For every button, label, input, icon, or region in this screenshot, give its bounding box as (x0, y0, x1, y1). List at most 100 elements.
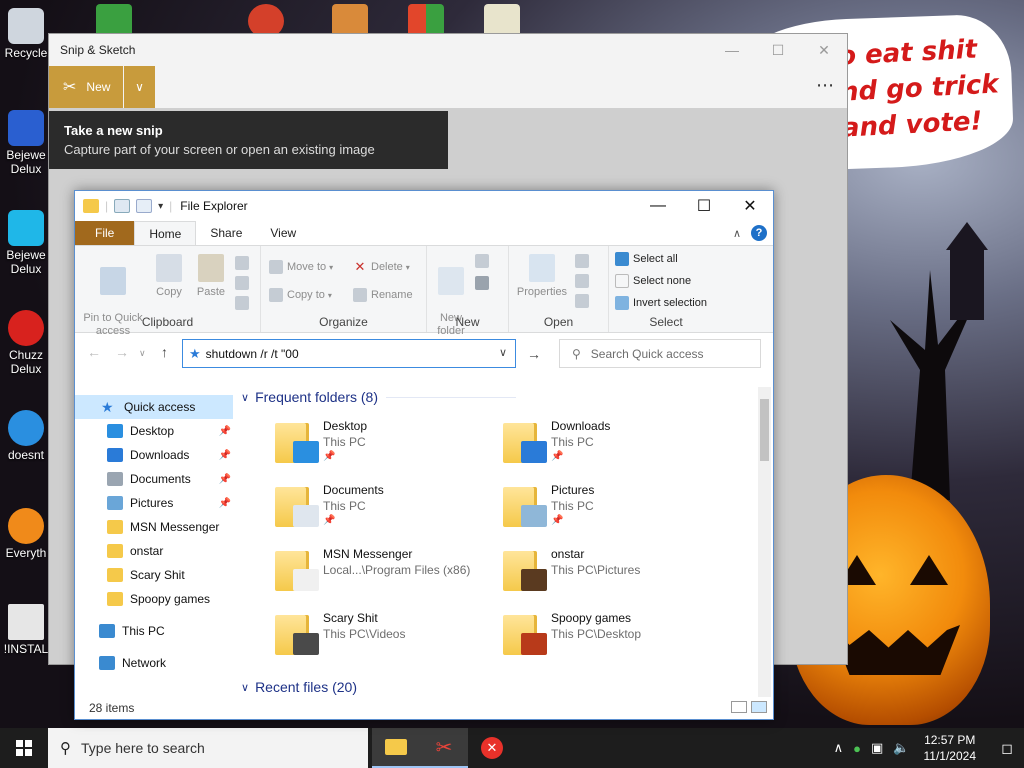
address-bar-row: ← → ∨ ↑ ★ shutdown /r /t "00 ∨ → ⚲ Searc… (75, 333, 773, 373)
copy-icon (156, 254, 182, 282)
recent-locations-icon[interactable]: ∨ (139, 348, 146, 359)
easy-access-button[interactable] (475, 276, 493, 290)
maximize-button[interactable]: ☐ (681, 191, 727, 221)
more-options-button[interactable]: ⋯ (816, 75, 835, 96)
folder-tile-msn-messenger[interactable]: MSN Messenger Local...\Program Files (x8… (235, 545, 470, 601)
taskbar-snip-sketch[interactable]: ✂ (420, 728, 468, 768)
minimize-button[interactable]: — (709, 34, 755, 66)
edit-button[interactable] (575, 274, 593, 288)
folder-tile-documents[interactable]: Documents This PC 📌 (235, 481, 463, 537)
delete-button[interactable]: ✕ Delete ▾ (353, 260, 410, 274)
close-button[interactable]: ✕ (801, 34, 847, 66)
taskbar-file-explorer[interactable] (372, 728, 420, 768)
tab-file[interactable]: File (75, 221, 135, 245)
folder-tile-desktop[interactable]: Desktop This PC 📌 (235, 417, 463, 473)
copy-path-button[interactable] (235, 276, 253, 290)
nav-item-spoopy-games[interactable]: Spoopy games (75, 587, 233, 611)
cut-button[interactable] (235, 256, 253, 270)
select-group-label: Select (649, 315, 683, 329)
tab-view[interactable]: View (256, 221, 310, 245)
content-pane: ∨ Frequent folders (8) Desktop This PC 📌… (235, 387, 757, 697)
copy-to-button[interactable]: Copy to ▾ (269, 288, 332, 302)
large-icons-view-icon[interactable] (751, 701, 767, 713)
folder-tile-pictures[interactable]: Pictures This PC 📌 (463, 481, 691, 537)
maximize-button[interactable]: ☐ (755, 34, 801, 66)
explorer-titlebar[interactable]: | ▾ | File Explorer — ☐ ✕ (75, 191, 773, 221)
select-all-button[interactable]: Select all (615, 252, 678, 266)
help-icon[interactable]: ? (751, 225, 767, 241)
rename-button[interactable]: Rename (353, 288, 413, 302)
forward-arrow-icon[interactable]: → (115, 344, 129, 360)
desktop-icon-recycle[interactable]: Recycle (0, 8, 52, 60)
folder-tile-scary-shit[interactable]: Scary Shit This PC\Videos (235, 609, 463, 665)
frequent-folders-label: Frequent folders (8) (255, 389, 379, 405)
nav-item-network[interactable]: Network (75, 651, 233, 675)
paste-shortcut-button[interactable] (235, 296, 253, 310)
nav-item-this-pc[interactable]: This PC (75, 619, 233, 643)
documents-icon (293, 505, 319, 527)
history-button[interactable] (575, 294, 593, 308)
paste-shortcut-icon (235, 296, 249, 310)
network-icon[interactable]: ▣ (871, 740, 883, 756)
move-to-button[interactable]: Move to ▾ (269, 260, 333, 274)
search-input[interactable]: ⚲ Search Quick access (559, 339, 761, 368)
chevron-up-icon[interactable]: ∧ (834, 740, 844, 756)
folder-name: Scary Shit (323, 611, 378, 625)
customize-toolbar-icon[interactable]: ▾ (158, 201, 163, 212)
properties-icon[interactable] (114, 199, 131, 213)
invert-selection-button[interactable]: Invert selection (615, 296, 707, 310)
tab-share[interactable]: Share (196, 221, 256, 245)
address-input[interactable]: ★ shutdown /r /t "00 ∨ (182, 339, 516, 368)
folder-tile-spoopy-games[interactable]: Spoopy games This PC\Desktop (463, 609, 691, 665)
folder-tile-downloads[interactable]: Downloads This PC 📌 (463, 417, 691, 473)
nav-item-desktop[interactable]: Desktop 📌 (75, 419, 233, 443)
paste-button[interactable]: Paste (193, 254, 229, 299)
nav-item-msn-messenger[interactable]: MSN Messenger (75, 515, 233, 539)
nav-item-downloads[interactable]: Downloads 📌 (75, 443, 233, 467)
copy-button[interactable]: Copy (153, 254, 185, 299)
folder-tile-onstar[interactable]: onstar This PC\Pictures (463, 545, 691, 601)
scrollbar-thumb[interactable] (760, 399, 769, 461)
tab-home[interactable]: Home (134, 221, 197, 245)
user-status-icon[interactable]: ● (853, 741, 861, 756)
up-arrow-icon[interactable]: ↑ (161, 344, 168, 360)
go-arrow-button[interactable]: → (522, 339, 546, 368)
details-view-icon[interactable] (731, 701, 747, 713)
nav-item-documents[interactable]: Documents 📌 (75, 467, 233, 491)
chevron-down-icon[interactable]: ∨ (499, 346, 507, 359)
new-item-icon (475, 254, 489, 268)
desktop-icon-bejeweled-1[interactable]: Bejewe Delux (0, 110, 52, 176)
minimize-button[interactable]: — (635, 191, 681, 221)
desktop-icon-bejeweled-2[interactable]: Bejewe Delux (0, 210, 52, 276)
new-snip-button[interactable]: ✂ New (49, 66, 123, 108)
properties-button[interactable]: Properties (513, 254, 571, 299)
frequent-folders-header[interactable]: ∨ Frequent folders (8) (241, 389, 517, 405)
desktop-icon-install[interactable]: !INSTAL (0, 604, 52, 656)
taskbar-search-box[interactable]: ⚲ Type here to search (48, 728, 368, 768)
delete-label: Delete (371, 261, 403, 273)
vertical-scrollbar[interactable] (758, 387, 771, 697)
desktop-icon-doesnt[interactable]: doesnt (0, 410, 52, 462)
new-folder-icon[interactable] (136, 199, 153, 213)
nav-item-onstar[interactable]: onstar (75, 539, 233, 563)
open-button[interactable] (575, 254, 593, 268)
recent-files-header[interactable]: ∨ Recent files (20) (241, 679, 357, 695)
pin-icon: 📌 (323, 451, 336, 462)
select-none-button[interactable]: Select none (615, 274, 691, 288)
volume-icon[interactable]: 🔈 (893, 740, 909, 756)
nav-item-scary-shit[interactable]: Scary Shit (75, 563, 233, 587)
new-snip-dropdown[interactable]: ∨ (124, 66, 155, 108)
notification-icon[interactable]: ◻ (990, 728, 1024, 768)
desktop-icon-chuzzle[interactable]: Chuzz Delux (0, 310, 52, 376)
nav-item-quick-access[interactable]: ★ Quick access (75, 395, 233, 419)
new-item-button[interactable] (475, 254, 493, 268)
desktop-icon-everything[interactable]: Everyth (0, 508, 52, 560)
back-arrow-icon[interactable]: ← (87, 344, 101, 360)
collapse-ribbon-icon[interactable]: ∧ (733, 227, 741, 240)
clock[interactable]: 12:57 PM 11/1/2024 (924, 732, 977, 764)
taskbar-app-red-x[interactable]: ✕ (468, 728, 516, 768)
nav-item-pictures[interactable]: Pictures 📌 (75, 491, 233, 515)
start-button[interactable] (0, 728, 48, 768)
close-button[interactable]: ✕ (727, 191, 773, 221)
snip-titlebar[interactable]: Snip & Sketch — ☐ ✕ (49, 34, 847, 66)
